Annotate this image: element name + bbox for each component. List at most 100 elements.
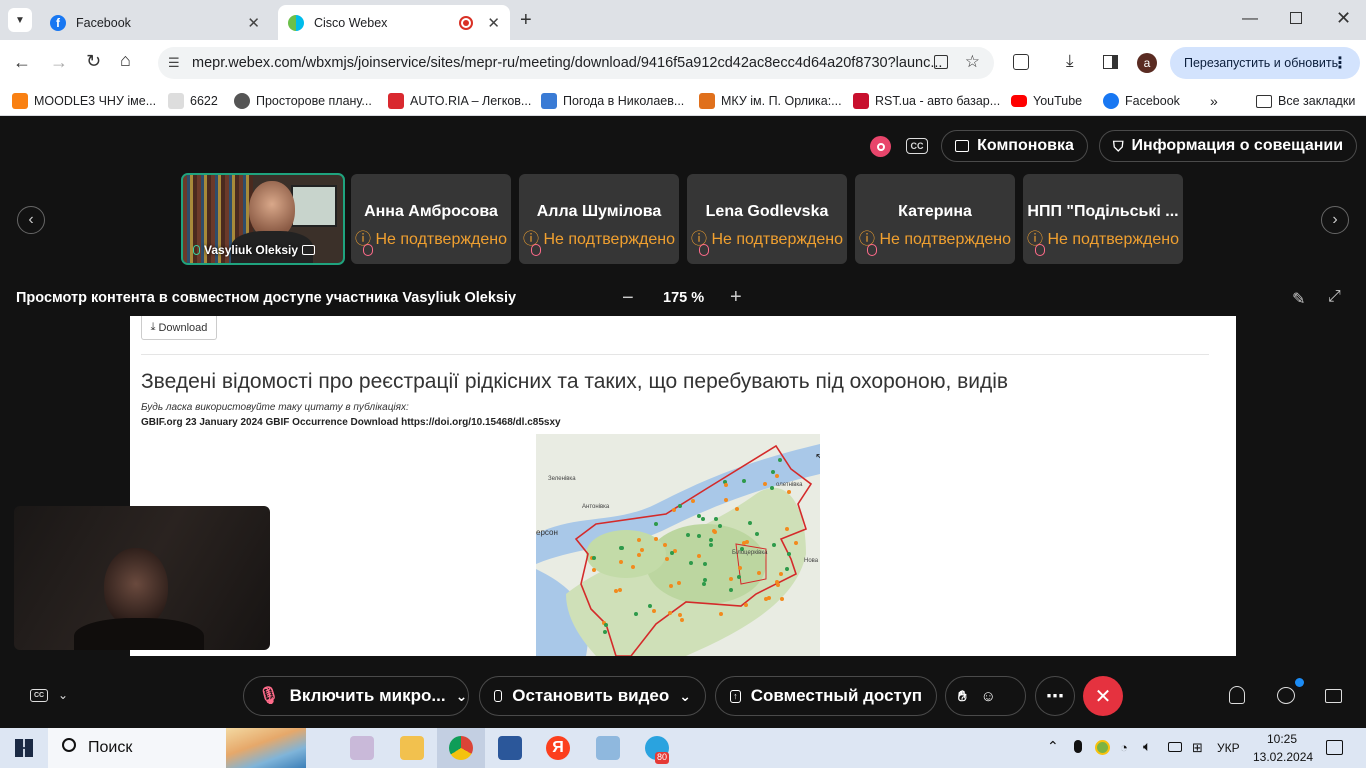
battery-icon[interactable] xyxy=(1168,742,1182,752)
extensions-icon[interactable] xyxy=(1013,54,1029,70)
yandex-browser-icon[interactable]: Я xyxy=(546,736,570,760)
tab-search-button[interactable]: ▼ xyxy=(8,8,32,32)
control-panel-icon[interactable] xyxy=(596,736,620,760)
download-button[interactable]: ⤓ Download xyxy=(141,316,217,340)
stop-video-button[interactable]: Остановить видео ⌄ xyxy=(479,676,706,716)
scroll-participants-right[interactable]: › xyxy=(1321,206,1349,234)
participants-icon[interactable] xyxy=(1229,686,1245,704)
all-bookmarks[interactable]: Все закладки xyxy=(1256,92,1355,110)
word-icon[interactable] xyxy=(498,736,522,760)
home-icon[interactable]: ⌂ xyxy=(120,50,131,71)
chrome-icon[interactable] xyxy=(449,736,473,760)
forward-icon[interactable]: → xyxy=(50,52,68,73)
occurrence-dot xyxy=(672,508,676,512)
zoom-in-button[interactable]: + xyxy=(730,286,742,309)
occurrence-dot xyxy=(776,583,780,587)
more-bookmarks-icon[interactable]: » xyxy=(1210,92,1218,110)
file-explorer-icon[interactable] xyxy=(400,736,424,760)
unmute-button[interactable]: 🎙︎ Включить микро... ⌄ xyxy=(243,676,469,716)
telegram-badge: 80 xyxy=(655,752,670,764)
new-tab-button[interactable]: + xyxy=(520,9,532,32)
volume-icon[interactable]: 🔈︎ xyxy=(1143,738,1151,755)
reaction-icon[interactable]: ☺︎ xyxy=(981,688,996,705)
restore-button[interactable] xyxy=(1290,12,1302,24)
webex-icon xyxy=(288,14,304,31)
clock-time[interactable]: 10:25 xyxy=(1267,732,1297,746)
captions-menu-button[interactable]: CC ⌄ xyxy=(30,688,68,702)
bookmark-item[interactable]: Просторове плану... xyxy=(234,92,372,110)
chevron-down-icon[interactable]: ⌄ xyxy=(456,688,468,705)
minimize-button[interactable]: — xyxy=(1242,10,1258,28)
relaunch-label: Перезапустить и обновить xyxy=(1184,56,1339,70)
bookmark-item[interactable]: МКУ ім. П. Орлика:... xyxy=(699,92,842,110)
input-language[interactable]: УКР xyxy=(1217,741,1240,755)
bookmark-item[interactable]: 6622 xyxy=(168,92,218,110)
presenter-video-tile[interactable]: Vasyliuk Oleksiy xyxy=(181,173,345,265)
tray-app-icon[interactable] xyxy=(1095,740,1110,755)
chevron-down-icon[interactable]: ⌄ xyxy=(679,688,691,705)
relaunch-update-button[interactable]: Перезапустить и обновить ⋮ xyxy=(1170,47,1360,79)
more-options-button[interactable]: ⋯ xyxy=(1035,676,1075,716)
annotate-icon[interactable]: ✎ xyxy=(1292,289,1305,309)
bookmark-item[interactable]: RST.ua - авто базар... xyxy=(853,92,1000,110)
self-person-head xyxy=(104,548,168,628)
raise-hand-icon[interactable]: ✋︎ xyxy=(958,688,967,705)
closed-captions-icon[interactable]: CC xyxy=(906,138,928,154)
apps-folder-icon[interactable] xyxy=(1325,689,1342,703)
bookmark-item[interactable]: AUTO.RIA – Легков... xyxy=(388,92,531,110)
more-menu-icon[interactable]: ⋮ xyxy=(1332,53,1348,73)
tab-facebook[interactable]: f Facebook ✕ xyxy=(40,5,270,40)
occurrence-dot xyxy=(772,543,776,547)
participant-tile[interactable]: Алла Шумілова ⓘ Не подтверждено xyxy=(519,174,679,264)
self-view-video[interactable] xyxy=(14,506,270,650)
clock-date[interactable]: 13.02.2024 xyxy=(1253,750,1313,764)
occurrence-map[interactable]: Зеленівка Антонівка ерсон Нова олетнівка… xyxy=(536,434,820,656)
shared-content-view[interactable]: ⤓ Download Зведені відомості про реєстрац… xyxy=(130,316,1236,656)
participant-tile[interactable]: НПП "Подільські ... ⓘ Не подтверждено xyxy=(1023,174,1183,264)
network-icon[interactable]: ◔ xyxy=(1120,740,1128,755)
zoom-out-button[interactable]: − xyxy=(622,287,634,310)
bookmark-item[interactable]: Погода в Николаев... xyxy=(541,92,684,110)
share-button[interactable]: ↑ Совместный доступ xyxy=(715,676,937,716)
occurrence-dot xyxy=(719,612,723,616)
layout-button[interactable]: Компоновка xyxy=(941,130,1088,162)
chat-icon[interactable] xyxy=(1277,687,1295,704)
taskbar-search-box[interactable]: Поиск xyxy=(48,728,306,768)
participant-tile[interactable]: Катерина ⓘ Не подтверждено xyxy=(855,174,1015,264)
back-icon[interactable]: ← xyxy=(13,52,31,73)
bookmark-star-icon[interactable]: ☆ xyxy=(965,52,980,72)
tab-label: Facebook xyxy=(76,15,131,30)
search-highlight-image xyxy=(226,728,306,768)
bookmark-item[interactable]: YouTube xyxy=(1011,92,1082,110)
site-settings-icon[interactable]: ☰ xyxy=(168,55,180,71)
bookmark-item[interactable]: MOODLE3 ЧНУ іме... xyxy=(12,92,156,110)
fullscreen-icon[interactable]: ⤢ xyxy=(1328,288,1341,306)
chevron-down-icon: ⌄ xyxy=(58,688,69,702)
participant-tile[interactable]: Анна Амбросова ⓘ Не подтверждено xyxy=(351,174,511,264)
cast-icon[interactable] xyxy=(934,55,948,69)
meeting-info-button[interactable]: ⛉ Информация о совещании xyxy=(1099,130,1357,162)
tab-cisco-webex[interactable]: Cisco Webex ✕ xyxy=(278,5,510,40)
occurrence-dot xyxy=(735,507,739,511)
show-hidden-icons[interactable]: ⌃ xyxy=(1047,738,1059,755)
address-bar[interactable]: ☰ mepr.webex.com/wbxmjs/joinservice/site… xyxy=(158,47,994,79)
reload-icon[interactable]: ↻ xyxy=(86,51,101,72)
bookmark-item[interactable]: Facebook xyxy=(1103,92,1180,110)
side-panel-icon[interactable] xyxy=(1103,55,1118,69)
window-close-button[interactable]: ✕ xyxy=(1336,8,1351,29)
tray-extra-icon[interactable]: ⊞ xyxy=(1192,740,1203,756)
occurrence-dot xyxy=(663,543,667,547)
scroll-participants-left[interactable]: ‹ xyxy=(17,206,45,234)
participant-tile[interactable]: Lena Godlevska ⓘ Не подтверждено xyxy=(687,174,847,264)
close-icon[interactable]: ✕ xyxy=(247,14,260,32)
paint-app-icon[interactable] xyxy=(350,736,374,760)
profile-avatar[interactable]: a xyxy=(1137,53,1157,73)
microphone-tray-icon[interactable] xyxy=(1074,740,1082,753)
notifications-icon[interactable] xyxy=(1326,740,1343,755)
close-icon[interactable]: ✕ xyxy=(487,14,500,32)
leave-meeting-button[interactable]: ✕ xyxy=(1083,676,1123,716)
citation-hint: Будь ласка використовуйте таку цитату в … xyxy=(141,402,409,413)
download-icon[interactable]: ⤓ xyxy=(1066,51,1074,71)
occurrence-dot xyxy=(678,504,682,508)
closed-captions-icon: CC xyxy=(30,688,48,702)
